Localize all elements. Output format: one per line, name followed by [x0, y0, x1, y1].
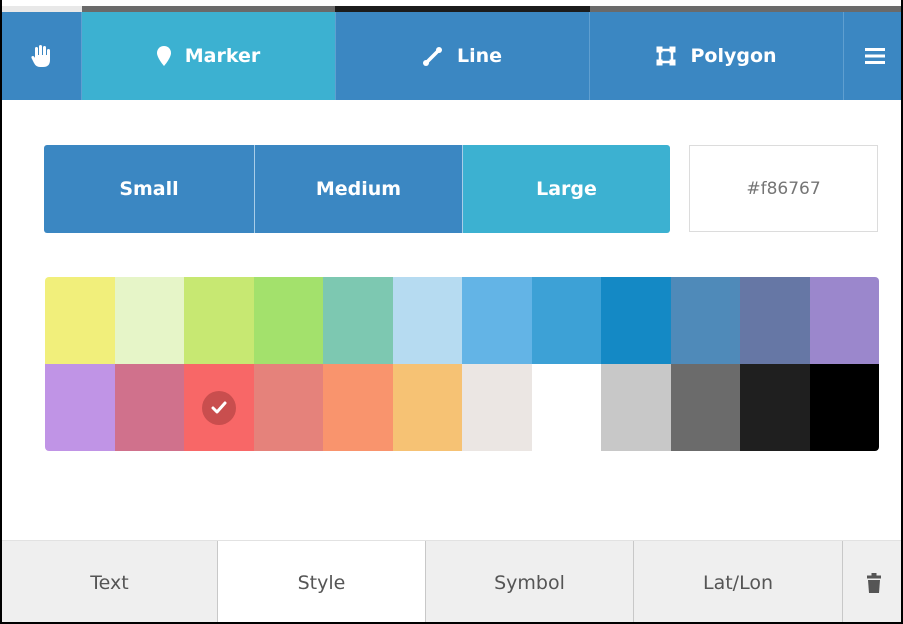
- size-small-button[interactable]: Small: [44, 145, 254, 233]
- tab-symbol[interactable]: Symbol: [426, 541, 634, 622]
- tab-text[interactable]: Text: [2, 541, 218, 622]
- line-icon: [422, 46, 443, 66]
- tool-polygon[interactable]: Polygon: [590, 12, 844, 100]
- tab-lat-lon[interactable]: Lat/Lon: [634, 541, 843, 622]
- color-palette: [45, 277, 879, 451]
- menu-button[interactable]: [844, 12, 901, 100]
- color-swatch[interactable]: [392, 364, 462, 451]
- map-pin-icon: [156, 46, 171, 66]
- size-medium-button[interactable]: Medium: [254, 145, 462, 233]
- color-swatch[interactable]: [45, 364, 115, 451]
- color-swatch[interactable]: [323, 277, 393, 364]
- color-swatch[interactable]: [670, 277, 740, 364]
- tool-label: Marker: [184, 45, 261, 67]
- tab-style[interactable]: Style: [218, 541, 426, 622]
- color-swatch[interactable]: [462, 364, 532, 451]
- trash-icon: [867, 573, 881, 593]
- color-swatch[interactable]: [531, 277, 601, 364]
- delete-button[interactable]: [843, 541, 901, 622]
- draw-toolbar: Marker Line Polygon: [2, 12, 901, 100]
- color-swatch[interactable]: [809, 364, 879, 451]
- color-swatch[interactable]: [253, 277, 323, 364]
- color-swatch[interactable]: [253, 364, 323, 451]
- color-swatch[interactable]: [462, 277, 532, 364]
- hand-icon: [30, 44, 53, 68]
- size-selector: Small Medium Large: [44, 145, 670, 233]
- top-indicator-strip: [2, 0, 901, 12]
- color-swatch[interactable]: [184, 277, 254, 364]
- tool-marker[interactable]: Marker: [82, 12, 336, 100]
- color-hex-input[interactable]: [689, 145, 878, 232]
- color-swatch[interactable]: [114, 277, 184, 364]
- color-swatch[interactable]: [323, 364, 393, 451]
- bottom-tabbar: Text Style Symbol Lat/Lon: [2, 540, 901, 622]
- tool-label: Line: [456, 45, 503, 67]
- checkmark-icon: [201, 390, 236, 425]
- tool-line[interactable]: Line: [336, 12, 590, 100]
- color-swatch[interactable]: [601, 364, 671, 451]
- color-swatch[interactable]: [740, 277, 810, 364]
- size-large-button[interactable]: Large: [462, 145, 670, 233]
- color-swatch[interactable]: [184, 364, 254, 451]
- tool-label: Polygon: [690, 45, 777, 67]
- color-swatch[interactable]: [392, 277, 462, 364]
- menu-icon: [864, 47, 885, 65]
- polygon-icon: [656, 46, 676, 66]
- color-swatch[interactable]: [601, 277, 671, 364]
- color-swatch[interactable]: [114, 364, 184, 451]
- color-swatch[interactable]: [740, 364, 810, 451]
- color-swatch[interactable]: [45, 277, 115, 364]
- pan-tool-button[interactable]: [2, 12, 82, 100]
- color-swatch[interactable]: [670, 364, 740, 451]
- color-swatch[interactable]: [531, 364, 601, 451]
- style-editor-panel: Marker Line Polygon Small Medium Large T…: [0, 0, 903, 624]
- color-swatch[interactable]: [809, 277, 879, 364]
